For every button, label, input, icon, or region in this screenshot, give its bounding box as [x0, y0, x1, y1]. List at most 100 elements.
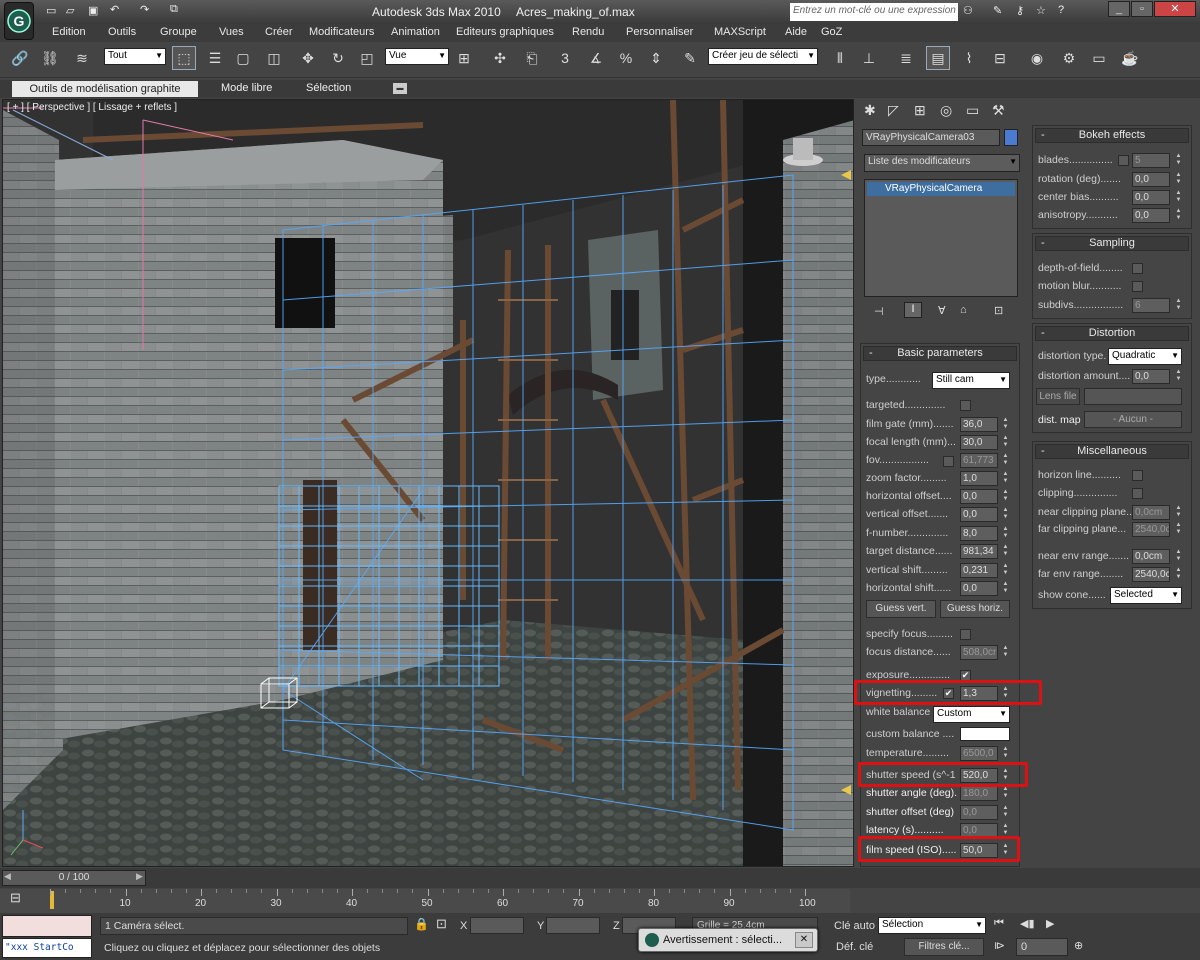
zoom-factor-spinner[interactable]: 1,0 — [960, 471, 998, 486]
ribbon-minimize-icon[interactable]: ▬ — [393, 83, 407, 94]
menu-maxscript[interactable]: MAXScript — [714, 26, 766, 38]
select-object-icon[interactable]: ⬚ — [172, 46, 196, 70]
link-icon[interactable]: 🔗 — [8, 46, 32, 70]
track-bar[interactable]: ⊟ 10 20 30 40 50 60 70 80 90 100 — [0, 889, 850, 913]
zoom-factor-arrows-icon[interactable]: ▲ ▼ — [1001, 471, 1010, 486]
f-number-spinner[interactable]: 8,0 — [960, 526, 998, 541]
camera-type-dropdown[interactable]: Still cam — [932, 372, 1010, 389]
menu-creer[interactable]: Créer — [265, 26, 293, 38]
distortion-type-dropdown[interactable]: Quadratic — [1108, 348, 1182, 365]
schematic-view-icon[interactable]: ⊟ — [988, 46, 1012, 70]
window-crossing-icon[interactable]: ◫ — [262, 46, 286, 70]
selection-set-dropdown[interactable]: Sélection — [878, 917, 986, 934]
search-input[interactable]: Entrez un mot-clé ou une expression — [790, 3, 958, 21]
rotate-icon[interactable]: ↻ — [326, 46, 350, 70]
white-balance-dropdown[interactable]: Custom — [933, 706, 1010, 723]
shutter-offset-arrows-icon[interactable]: ▲ ▼ — [1001, 805, 1010, 820]
y-coord-field[interactable] — [546, 917, 600, 934]
anisotropy-arrows-icon[interactable]: ▲ ▼ — [1174, 208, 1183, 223]
target-distance-arrows-icon[interactable]: ▲ ▼ — [1001, 544, 1010, 559]
absolute-mode-icon[interactable]: ⊡ — [436, 916, 447, 932]
fov-arrows-icon[interactable]: ▲ ▼ — [1001, 453, 1010, 468]
focus-distance-spinner[interactable]: 508,0cr — [960, 645, 998, 660]
object-name-field[interactable]: VRayPhysicalCamera03 — [862, 129, 1000, 146]
near-clip-arrows-icon[interactable]: ▲ ▼ — [1174, 505, 1183, 520]
clipping-checkbox[interactable] — [1132, 488, 1143, 499]
basic-parameters-header[interactable]: - Basic parameters — [863, 346, 1017, 361]
key-mode-icon[interactable]: ⧐ — [994, 939, 1005, 952]
target-distance-spinner[interactable]: 981,34 — [960, 544, 998, 559]
play-icon[interactable]: ▶ — [1046, 917, 1054, 930]
modifier-stack[interactable]: VRayPhysicalCamera — [864, 179, 1018, 297]
maxscript-listener-pink[interactable] — [2, 915, 92, 937]
tools-icon[interactable]: ✎ — [993, 4, 1002, 17]
close-button[interactable]: ✕ — [1154, 1, 1196, 17]
mirror-icon[interactable]: ⫴ — [828, 46, 852, 70]
show-end-result-icon[interactable]: I — [904, 302, 922, 318]
menu-rendu[interactable]: Rendu — [572, 26, 604, 38]
menu-vues[interactable]: Vues — [219, 26, 244, 38]
curve-editor-icon[interactable]: ⌇ — [957, 46, 981, 70]
restore-button[interactable]: ▫ — [1131, 1, 1153, 17]
fov-spinner[interactable]: 61,773 — [960, 453, 998, 468]
utilities-tab-icon[interactable]: ⚒ — [992, 102, 1005, 119]
key-filters-button[interactable]: Filtres clé... — [904, 938, 984, 956]
vertical-shift-spinner[interactable]: 0,231 — [960, 563, 998, 578]
lock-selection-icon[interactable]: 🔒 — [414, 917, 429, 931]
render-icon[interactable]: ☕ — [1118, 46, 1142, 70]
near-env-arrows-icon[interactable]: ▲ ▼ — [1174, 549, 1183, 564]
scale-icon[interactable]: ◰ — [355, 46, 379, 70]
miscellaneous-header[interactable]: - Miscellaneous — [1035, 444, 1189, 459]
move-icon[interactable]: ✥ — [296, 46, 320, 70]
align-icon[interactable]: ⊥ — [857, 46, 881, 70]
near-clip-spinner[interactable]: 0,0cm — [1132, 505, 1170, 520]
minimize-button[interactable]: _ — [1108, 1, 1130, 17]
prev-key-icon[interactable]: ◀▮ — [1020, 917, 1035, 930]
display-tab-icon[interactable]: ▭ — [966, 102, 979, 119]
bind-spacewarp-icon[interactable]: ≋ — [70, 46, 94, 70]
zoom-icon[interactable]: ⊕ — [1074, 939, 1083, 952]
sampling-header[interactable]: - Sampling — [1035, 236, 1189, 251]
percent-snap-icon[interactable]: % — [614, 46, 638, 70]
targeted-checkbox[interactable] — [960, 400, 971, 411]
binoculars-icon[interactable]: ⚇ — [963, 4, 973, 17]
transform-center-icon[interactable]: ✣ — [488, 46, 512, 70]
current-frame-field[interactable]: 0 — [1016, 938, 1068, 956]
focal-length-arrows-icon[interactable]: ▲ ▼ — [1001, 435, 1010, 450]
vertical-offset-spinner[interactable]: 0,0 — [960, 507, 998, 522]
shutter-angle-arrows-icon[interactable]: ▲ ▼ — [1001, 786, 1010, 801]
configure-sets-icon[interactable]: ⊡ — [994, 304, 1003, 317]
f-number-arrows-icon[interactable]: ▲ ▼ — [1001, 526, 1010, 541]
pivot-icon[interactable]: ⊞ — [452, 46, 476, 70]
menu-outils[interactable]: Outils — [108, 26, 136, 38]
prev-frame-icon[interactable]: ◀ — [4, 871, 11, 882]
horizontal-shift-arrows-icon[interactable]: ▲ ▼ — [1001, 581, 1010, 596]
make-unique-icon[interactable]: ∀ — [938, 304, 946, 317]
show-cone-dropdown[interactable]: Selected — [1110, 587, 1182, 604]
save-icon[interactable]: ▣ — [88, 4, 98, 17]
rotation-arrows-icon[interactable]: ▲ ▼ — [1174, 172, 1183, 187]
warning-close-icon[interactable]: ✕ — [795, 932, 813, 948]
distortion-amount-spinner[interactable]: 0,0 — [1132, 369, 1170, 384]
time-slider[interactable]: 0 / 100 — [2, 870, 146, 886]
menu-edition[interactable]: Edition — [52, 26, 86, 38]
menu-groupe[interactable]: Groupe — [160, 26, 197, 38]
dist-map-button[interactable]: - Aucun - — [1084, 411, 1182, 428]
anisotropy-spinner[interactable]: 0,0 — [1132, 208, 1170, 223]
vertical-shift-arrows-icon[interactable]: ▲ ▼ — [1001, 563, 1010, 578]
focus-distance-arrows-icon[interactable]: ▲ ▼ — [1001, 645, 1010, 660]
tab-mode-libre[interactable]: Mode libre — [221, 82, 272, 94]
shutter-offset-spinner[interactable]: 0,0 — [960, 805, 998, 820]
undo-icon[interactable]: ↶ — [110, 3, 119, 16]
hierarchy-tab-icon[interactable]: ⊞ — [914, 102, 926, 119]
menu-animation[interactable]: Animation — [391, 26, 440, 38]
ref-coord-dropdown[interactable]: Vue — [385, 48, 449, 65]
go-to-start-icon[interactable]: ⏮ — [994, 917, 1004, 930]
stack-item[interactable]: VRayPhysicalCamera — [867, 182, 1015, 196]
film-gate-arrows-icon[interactable]: ▲ ▼ — [1001, 417, 1010, 432]
menu-aide[interactable]: Aide — [785, 26, 807, 38]
menu-modificateurs[interactable]: Modificateurs — [309, 26, 374, 38]
distortion-header[interactable]: - Distortion — [1035, 326, 1189, 341]
render-setup-icon[interactable]: ⚙ — [1057, 46, 1081, 70]
snap-toggle-icon[interactable]: 3 — [553, 46, 577, 70]
